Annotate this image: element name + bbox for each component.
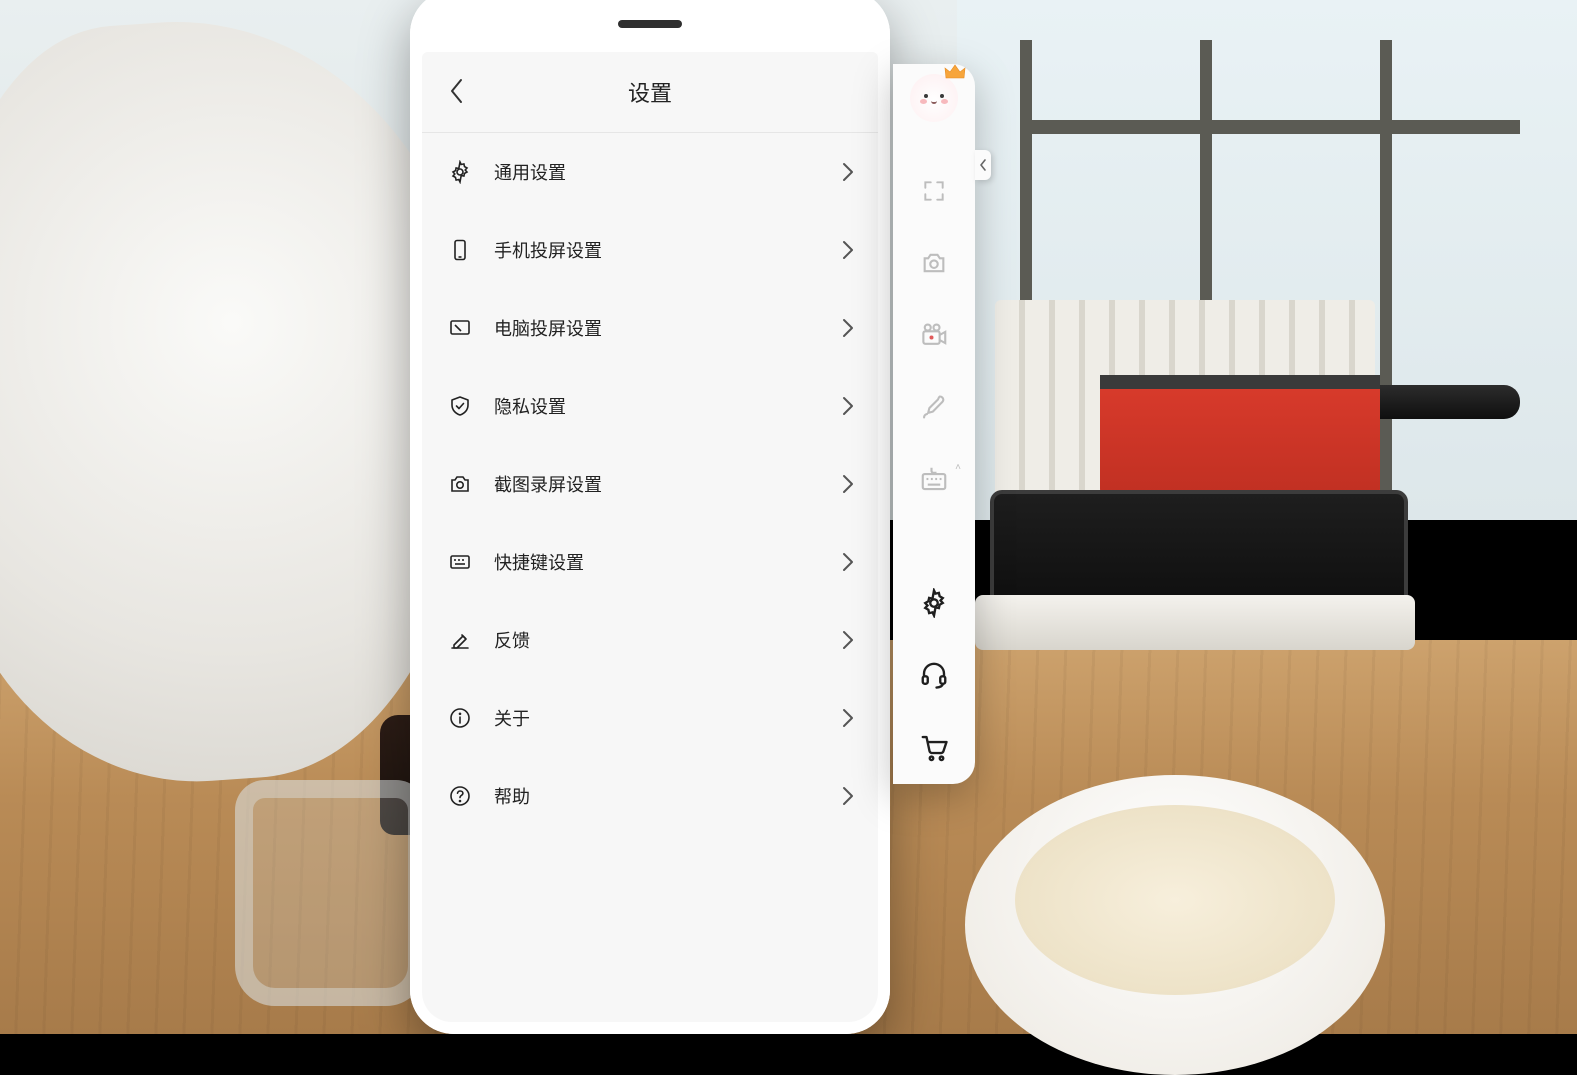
settings-item-label: 隐私设置	[494, 393, 842, 419]
settings-item-help[interactable]: 帮助	[432, 757, 868, 835]
phone-notch	[618, 20, 682, 28]
camera-icon	[446, 470, 474, 498]
settings-item-label: 帮助	[494, 783, 842, 809]
keyboard-icon	[446, 548, 474, 576]
phone-screen: 设置 通用设置 手机投屏设置 电脑投屏设置	[422, 52, 878, 1022]
info-icon	[446, 704, 474, 732]
keyboard-button[interactable]: ˄	[919, 464, 949, 494]
settings-button[interactable]	[919, 588, 949, 618]
settings-item-label: 快捷键设置	[494, 549, 842, 575]
record-button[interactable]	[919, 320, 949, 350]
side-toolbar: ˄	[893, 64, 975, 784]
back-button[interactable]	[442, 76, 472, 106]
chevron-right-icon	[842, 552, 854, 572]
phone-frame: 设置 通用设置 手机投屏设置 电脑投屏设置	[410, 0, 890, 1034]
camera-icon	[920, 249, 948, 277]
settings-titlebar: 设置	[422, 52, 878, 133]
fullscreen-button[interactable]	[919, 176, 949, 206]
settings-item-label: 截图录屏设置	[494, 471, 842, 497]
chevron-right-icon	[842, 396, 854, 416]
phone-icon	[446, 236, 474, 264]
settings-item-label: 关于	[494, 705, 842, 731]
gear-icon	[919, 588, 949, 618]
settings-list: 通用设置 手机投屏设置 电脑投屏设置	[422, 133, 878, 835]
avatar-face	[918, 85, 950, 111]
chevron-right-icon	[842, 786, 854, 806]
brush-icon	[920, 393, 948, 421]
settings-item-about[interactable]: 关于	[432, 679, 868, 757]
chevron-right-icon	[842, 630, 854, 650]
settings-item-privacy[interactable]: 隐私设置	[432, 367, 868, 445]
bg-cooktop-base	[975, 595, 1415, 650]
video-record-icon	[919, 320, 949, 350]
chevron-right-icon	[842, 240, 854, 260]
caret-up-icon: ˄	[955, 462, 961, 473]
settings-item-pc-cast[interactable]: 电脑投屏设置	[432, 289, 868, 367]
chevron-right-icon	[842, 318, 854, 338]
settings-item-label: 通用设置	[494, 159, 842, 185]
settings-item-feedback[interactable]: 反馈	[432, 601, 868, 679]
draw-button[interactable]	[919, 392, 949, 422]
avatar[interactable]	[910, 74, 958, 122]
crown-icon	[944, 64, 966, 80]
chevron-right-icon	[842, 474, 854, 494]
screenshot-button[interactable]	[919, 248, 949, 278]
gear-icon	[446, 158, 474, 186]
support-button[interactable]	[919, 660, 949, 690]
bg-jar-glass	[235, 780, 426, 1006]
monitor-icon	[446, 314, 474, 342]
side-group-top: ˄	[919, 158, 949, 556]
shield-icon	[446, 392, 474, 420]
collapse-sidebar-button[interactable]	[975, 150, 991, 180]
keyboard-icon	[919, 464, 949, 494]
chevron-right-icon	[842, 162, 854, 182]
bg-rice	[1015, 805, 1335, 995]
settings-item-phone-cast[interactable]: 手机投屏设置	[432, 211, 868, 289]
shop-button[interactable]	[919, 732, 949, 762]
settings-item-label: 反馈	[494, 627, 842, 653]
chevron-right-icon	[842, 708, 854, 728]
settings-item-screenshot[interactable]: 截图录屏设置	[432, 445, 868, 523]
help-icon	[446, 782, 474, 810]
settings-item-label: 电脑投屏设置	[494, 315, 842, 341]
edit-icon	[446, 626, 474, 654]
fullscreen-icon	[921, 178, 947, 204]
chevron-left-icon	[448, 77, 466, 105]
headset-icon	[919, 660, 949, 690]
settings-item-shortcut[interactable]: 快捷键设置	[432, 523, 868, 601]
settings-item-general[interactable]: 通用设置	[432, 133, 868, 211]
cart-icon	[919, 732, 949, 762]
page-title: 设置	[628, 76, 672, 108]
side-group-bottom	[919, 588, 949, 784]
settings-item-label: 手机投屏设置	[494, 237, 842, 263]
chevron-left-icon	[979, 159, 987, 171]
